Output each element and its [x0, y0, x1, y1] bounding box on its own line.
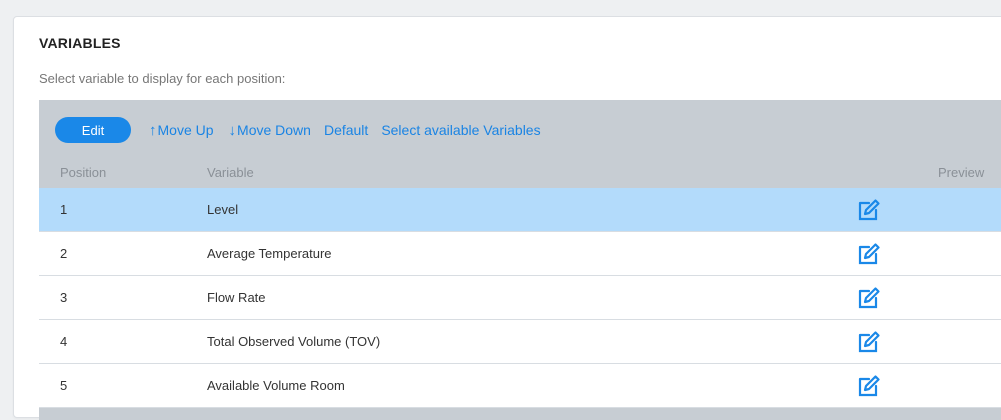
default-link[interactable]: Default: [324, 122, 368, 138]
column-header-variable: Variable: [207, 165, 254, 180]
table-row[interactable]: 5 Available Volume Room: [39, 364, 1001, 408]
table-row[interactable]: 1 Level: [39, 188, 1001, 232]
row-position: 3: [60, 290, 68, 305]
row-position: 4: [60, 334, 68, 349]
arrow-down-icon: ↓: [228, 121, 237, 139]
move-down-link[interactable]: ↓ Move Down: [229, 122, 311, 139]
row-variable: Flow Rate: [207, 290, 266, 305]
move-up-link[interactable]: ↑ Move Up: [149, 122, 214, 139]
variables-panel: VARIABLES Select variable to display for…: [13, 16, 1001, 420]
table-row[interactable]: 2 Average Temperature: [39, 232, 1001, 276]
column-header-position: Position: [60, 165, 107, 180]
page-background: VARIABLES Select variable to display for…: [0, 0, 1001, 420]
row-variable: Average Temperature: [207, 246, 332, 261]
table-header: Position Variable Preview: [39, 163, 1001, 187]
move-up-label: Move Up: [157, 122, 214, 138]
edit-icon[interactable]: [857, 330, 881, 354]
grid-toolbar: Edit ↑ Move Up ↓ Move Down Default Selec…: [39, 117, 541, 143]
table-row[interactable]: 3 Flow Rate: [39, 276, 1001, 320]
row-position: 2: [60, 246, 68, 261]
edit-icon[interactable]: [857, 374, 881, 398]
table-row[interactable]: 4 Total Observed Volume (TOV): [39, 320, 1001, 364]
arrow-up-icon: ↑: [149, 121, 157, 139]
move-down-label: Move Down: [237, 122, 311, 138]
edit-icon[interactable]: [857, 286, 881, 310]
row-variable: Level: [207, 202, 239, 217]
edit-button[interactable]: Edit: [55, 117, 131, 143]
table-body: 1 Level 2 Average Temperature 3 Flow Rat…: [39, 188, 1001, 408]
panel-subtitle: Select variable to display for each posi…: [39, 71, 286, 86]
edit-icon[interactable]: [857, 198, 881, 222]
row-variable: Available Volume Room: [207, 378, 345, 393]
row-position: 5: [60, 378, 68, 393]
panel-title: VARIABLES: [39, 35, 121, 51]
edit-icon[interactable]: [857, 242, 881, 266]
variables-grid: Edit ↑ Move Up ↓ Move Down Default Selec…: [39, 100, 1001, 420]
select-available-variables-link[interactable]: Select available Variables: [381, 122, 540, 138]
column-header-preview: Preview: [938, 165, 985, 180]
row-variable: Total Observed Volume (TOV): [207, 334, 381, 349]
row-position: 1: [60, 202, 68, 217]
